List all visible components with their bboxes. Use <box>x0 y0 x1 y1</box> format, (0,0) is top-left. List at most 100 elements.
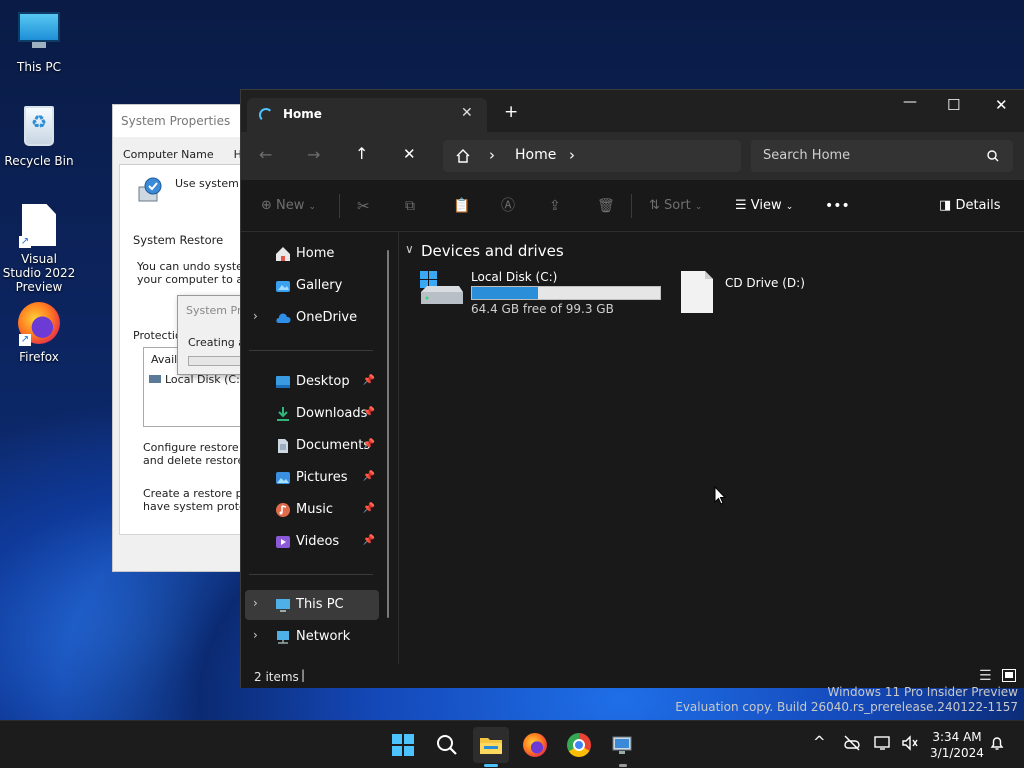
pin-icon[interactable]: 📌 <box>363 503 375 514</box>
more-options-icon[interactable]: ••• <box>825 180 850 232</box>
desktop-folder-icon <box>275 374 291 390</box>
sidebar-item-label: Home <box>296 246 335 261</box>
search-input[interactable]: Search Home <box>763 148 850 163</box>
sidebar-item-home[interactable]: Home <box>245 239 379 269</box>
divider <box>249 574 373 575</box>
taskbar-system-properties[interactable] <box>605 727 641 767</box>
breadcrumb-expand[interactable]: › <box>569 146 575 164</box>
sidebar-item-label: Network <box>296 629 351 644</box>
divider <box>339 194 340 218</box>
onedrive-icon <box>275 310 291 326</box>
rename-icon[interactable]: Ⓐ <box>501 180 515 232</box>
chevron-right-icon[interactable]: › <box>253 628 258 642</box>
desktop-icon-recycle-bin[interactable]: Recycle Bin <box>1 106 77 168</box>
desktop-icon-visual-studio[interactable]: ↗ Visual Studio 2022 Preview <box>1 204 77 294</box>
search-icon <box>436 734 458 756</box>
share-icon[interactable]: ⇪ <box>549 180 561 232</box>
sidebar-item-desktop[interactable]: Desktop 📌 <box>245 367 379 397</box>
address-bar[interactable]: › Home › <box>443 140 741 172</box>
sidebar-item-label: Gallery <box>296 278 343 293</box>
pin-icon[interactable]: 📌 <box>363 471 375 482</box>
drive-tile-c[interactable]: Local Disk (C:) 64.4 GB free of 99.3 GB <box>419 268 663 316</box>
desktop-icon-this-pc[interactable]: This PC <box>1 10 77 74</box>
file-shortcut-icon: ↗ <box>17 204 61 248</box>
system-properties-icon <box>611 733 635 757</box>
volume-muted-icon[interactable] <box>901 735 919 755</box>
sidebar-item-videos[interactable]: Videos 📌 <box>245 527 379 557</box>
this-pc-icon <box>275 597 291 613</box>
sidebar-item-this-pc[interactable]: › This PC <box>245 590 379 620</box>
mouse-cursor-icon <box>714 485 727 506</box>
display-icon[interactable] <box>874 735 892 755</box>
search-button[interactable] <box>429 727 465 763</box>
taskbar-file-explorer[interactable] <box>473 727 509 767</box>
close-tab-icon[interactable]: ✕ <box>461 105 473 121</box>
evaluation-watermark: Windows 11 Pro Insider Preview Evaluatio… <box>675 685 1018 715</box>
show-hidden-icons-button[interactable]: ^ <box>813 733 826 751</box>
file-explorer-window: Home ✕ + — ☐ ✕ ← → ↑ ✕ › Home › Search H… <box>240 89 1024 688</box>
minimize-button[interactable]: — <box>903 94 917 110</box>
forward-arrow-icon[interactable]: → <box>307 145 320 164</box>
sidebar-item-pictures[interactable]: Pictures 📌 <box>245 463 379 493</box>
details-view-icon[interactable]: ☰ <box>979 668 992 684</box>
back-arrow-icon[interactable]: ← <box>259 145 272 164</box>
chevron-down-icon: ⌄ <box>785 202 794 212</box>
sidebar-item-label: Music <box>296 502 333 517</box>
pin-icon[interactable]: 📌 <box>363 375 375 386</box>
network-icon <box>275 629 291 645</box>
cut-icon[interactable]: ✂ <box>357 180 370 232</box>
taskbar-firefox[interactable] <box>517 727 553 763</box>
details-button[interactable]: ◨ Details <box>939 180 1001 232</box>
stop-loading-icon[interactable]: ✕ <box>403 145 416 163</box>
copy-icon[interactable]: ⧉ <box>405 180 415 232</box>
sidebar-item-music[interactable]: Music 📌 <box>245 495 379 525</box>
taskbar: ^ 3:34 AM 3/1/2024 <box>0 720 1024 768</box>
new-tab-button[interactable]: + <box>504 102 518 122</box>
tab-computer-name[interactable]: Computer Name <box>119 148 218 161</box>
tiles-view-icon[interactable] <box>1002 669 1016 682</box>
pin-icon[interactable]: 📌 <box>363 535 375 546</box>
chevron-right-icon[interactable]: › <box>253 309 258 323</box>
sidebar-scrollbar[interactable] <box>387 250 389 618</box>
sidebar-item-label: Documents <box>296 438 371 453</box>
up-arrow-icon[interactable]: ↑ <box>355 144 368 163</box>
taskbar-chrome[interactable] <box>561 727 597 763</box>
drive-tile-d[interactable]: CD Drive (D:) <box>679 270 859 318</box>
sidebar-item-network[interactable]: › Network <box>245 622 379 652</box>
divider <box>631 194 632 218</box>
close-window-button[interactable]: ✕ <box>995 96 1008 114</box>
sidebar-item-gallery[interactable]: Gallery <box>245 271 379 301</box>
capacity-bar <box>471 286 661 300</box>
recycle-bin-icon <box>17 106 61 150</box>
breadcrumb-separator[interactable]: › <box>489 146 495 164</box>
start-button[interactable] <box>385 727 421 763</box>
pin-icon[interactable]: 📌 <box>363 407 375 418</box>
view-button[interactable]: ☰ View ⌄ <box>735 180 793 232</box>
tab-home[interactable]: Home ✕ <box>247 98 487 132</box>
paste-icon[interactable]: 📋 <box>453 180 470 232</box>
sidebar-item-documents[interactable]: Documents 📌 <box>245 431 379 461</box>
notification-bell-icon[interactable] <box>989 735 1005 755</box>
chevron-right-icon[interactable]: › <box>253 596 258 610</box>
desktop-icon-label: This PC <box>17 60 61 74</box>
search-box[interactable]: Search Home <box>751 140 1013 172</box>
breadcrumb-home[interactable]: Home <box>515 147 556 163</box>
dialog-title: System Pr <box>186 304 242 317</box>
home-icon[interactable] <box>455 148 471 164</box>
folder-icon <box>479 735 503 755</box>
pin-icon[interactable]: 📌 <box>363 439 375 450</box>
drive-icon <box>149 375 161 383</box>
sort-button[interactable]: ⇅ Sort ⌄ <box>649 180 702 232</box>
search-icon[interactable] <box>987 150 999 162</box>
active-indicator <box>484 764 498 767</box>
desktop-icon-firefox[interactable]: ↗ Firefox <box>1 302 77 364</box>
delete-icon[interactable]: 🗑 <box>597 180 615 232</box>
sidebar-item-label: Desktop <box>296 374 350 389</box>
chevron-down-icon: ⌄ <box>308 202 317 212</box>
sidebar-item-onedrive[interactable]: › OneDrive <box>245 303 379 333</box>
clock[interactable]: 3:34 AM 3/1/2024 <box>928 729 986 761</box>
network-disconnected-icon[interactable] <box>843 735 861 755</box>
new-button[interactable]: ⊕ New ⌄ <box>261 180 316 232</box>
maximize-button[interactable]: ☐ <box>947 96 960 114</box>
sidebar-item-downloads[interactable]: Downloads 📌 <box>245 399 379 429</box>
